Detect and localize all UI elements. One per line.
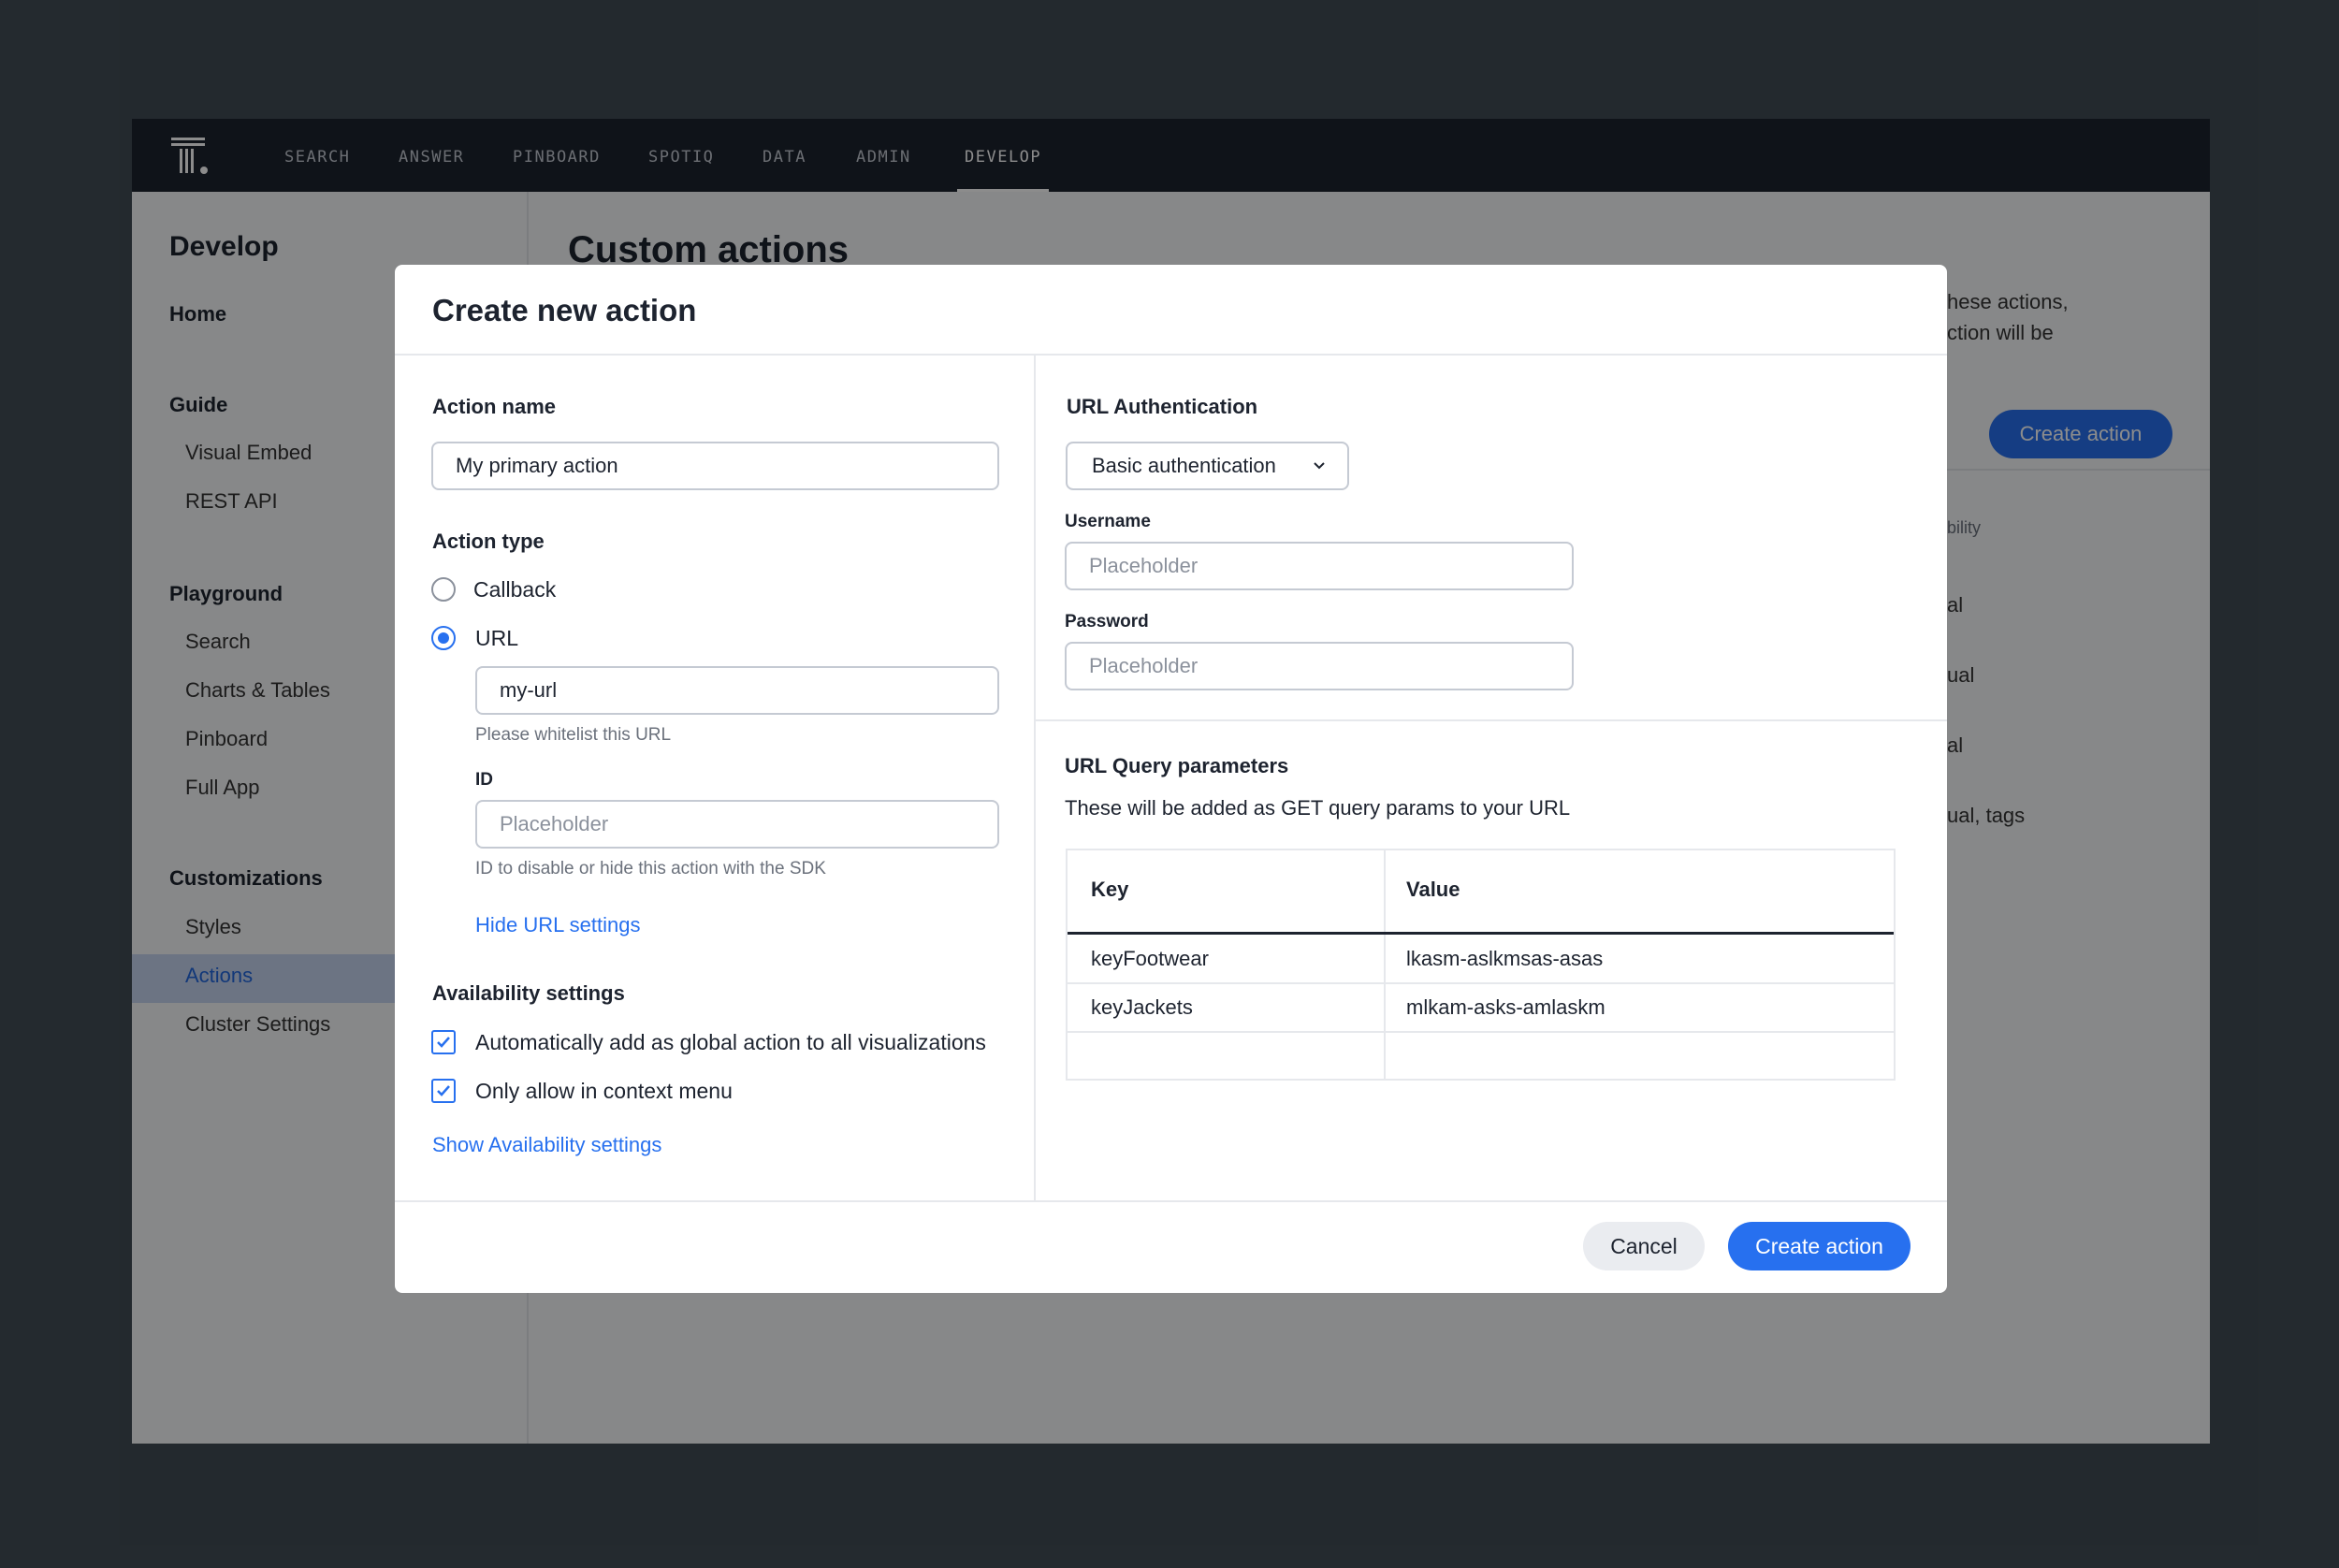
header-divider xyxy=(1068,932,1894,935)
section-divider xyxy=(1036,719,1947,721)
authentication-select-value: Basic authentication xyxy=(1092,454,1276,477)
username-input[interactable]: Placeholder xyxy=(1065,542,1574,590)
table-cell-key[interactable]: keyJackets xyxy=(1091,995,1193,1020)
password-label: Password xyxy=(1065,612,1149,632)
column-divider xyxy=(1384,850,1386,1079)
checkmark-icon xyxy=(437,1037,450,1048)
hide-url-settings-link[interactable]: Hide URL settings xyxy=(475,913,640,937)
action-name-input[interactable]: My primary action xyxy=(431,442,999,490)
dialog-title: Create new action xyxy=(432,293,697,327)
authentication-select[interactable]: Basic authentication xyxy=(1066,442,1349,490)
action-name-label: Action name xyxy=(432,395,557,418)
table-cell-key[interactable]: keyFootwear xyxy=(1091,947,1209,971)
table-header-key: Key xyxy=(1091,878,1129,901)
url-authentication-label: URL Authentication xyxy=(1067,395,1258,418)
availability-settings-label: Availability settings xyxy=(432,981,625,1005)
id-help-text: ID to disable or hide this action with t… xyxy=(475,859,826,878)
query-params-label: URL Query parameters xyxy=(1065,754,1289,777)
callback-option-label[interactable]: Callback xyxy=(473,577,556,603)
url-help-text: Please whitelist this URL xyxy=(475,725,672,745)
table-cell-value[interactable]: lkasm-aslkmsas-asas xyxy=(1406,947,1603,971)
dialog-header: Create new action xyxy=(395,265,1947,356)
create-action-button[interactable]: Create action xyxy=(1728,1222,1910,1270)
id-label: ID xyxy=(475,770,493,790)
password-input[interactable]: Placeholder xyxy=(1065,642,1574,690)
context-menu-checkbox[interactable] xyxy=(431,1079,456,1103)
url-option-label[interactable]: URL xyxy=(475,626,518,651)
table-header-value: Value xyxy=(1406,878,1460,901)
url-input[interactable]: my-url xyxy=(475,666,999,715)
action-type-label: Action type xyxy=(432,530,545,553)
username-label: Username xyxy=(1065,512,1151,531)
row-divider xyxy=(1068,982,1894,984)
row-divider xyxy=(1068,1031,1894,1033)
show-availability-settings-link[interactable]: Show Availability settings xyxy=(432,1133,661,1157)
table-cell-value[interactable]: mlkam-asks-amlaskm xyxy=(1406,995,1605,1020)
context-menu-label[interactable]: Only allow in context menu xyxy=(475,1079,733,1104)
chevron-down-icon xyxy=(1314,462,1325,470)
id-input[interactable]: Placeholder xyxy=(475,800,999,849)
callback-radio[interactable] xyxy=(431,577,456,602)
global-action-label[interactable]: Automatically add as global action to al… xyxy=(475,1030,986,1055)
cancel-button[interactable]: Cancel xyxy=(1583,1222,1705,1270)
checkmark-icon xyxy=(437,1085,450,1096)
column-divider xyxy=(1034,356,1036,1200)
query-params-table: Key Value keyFootwear lkasm-aslkmsas-asa… xyxy=(1066,849,1896,1081)
query-params-description: These will be added as GET query params … xyxy=(1065,796,1571,820)
create-action-dialog: Create new action Action name My primary… xyxy=(395,265,1947,1293)
dialog-footer xyxy=(395,1200,1947,1293)
url-radio[interactable] xyxy=(431,626,456,650)
global-action-checkbox[interactable] xyxy=(431,1030,456,1054)
